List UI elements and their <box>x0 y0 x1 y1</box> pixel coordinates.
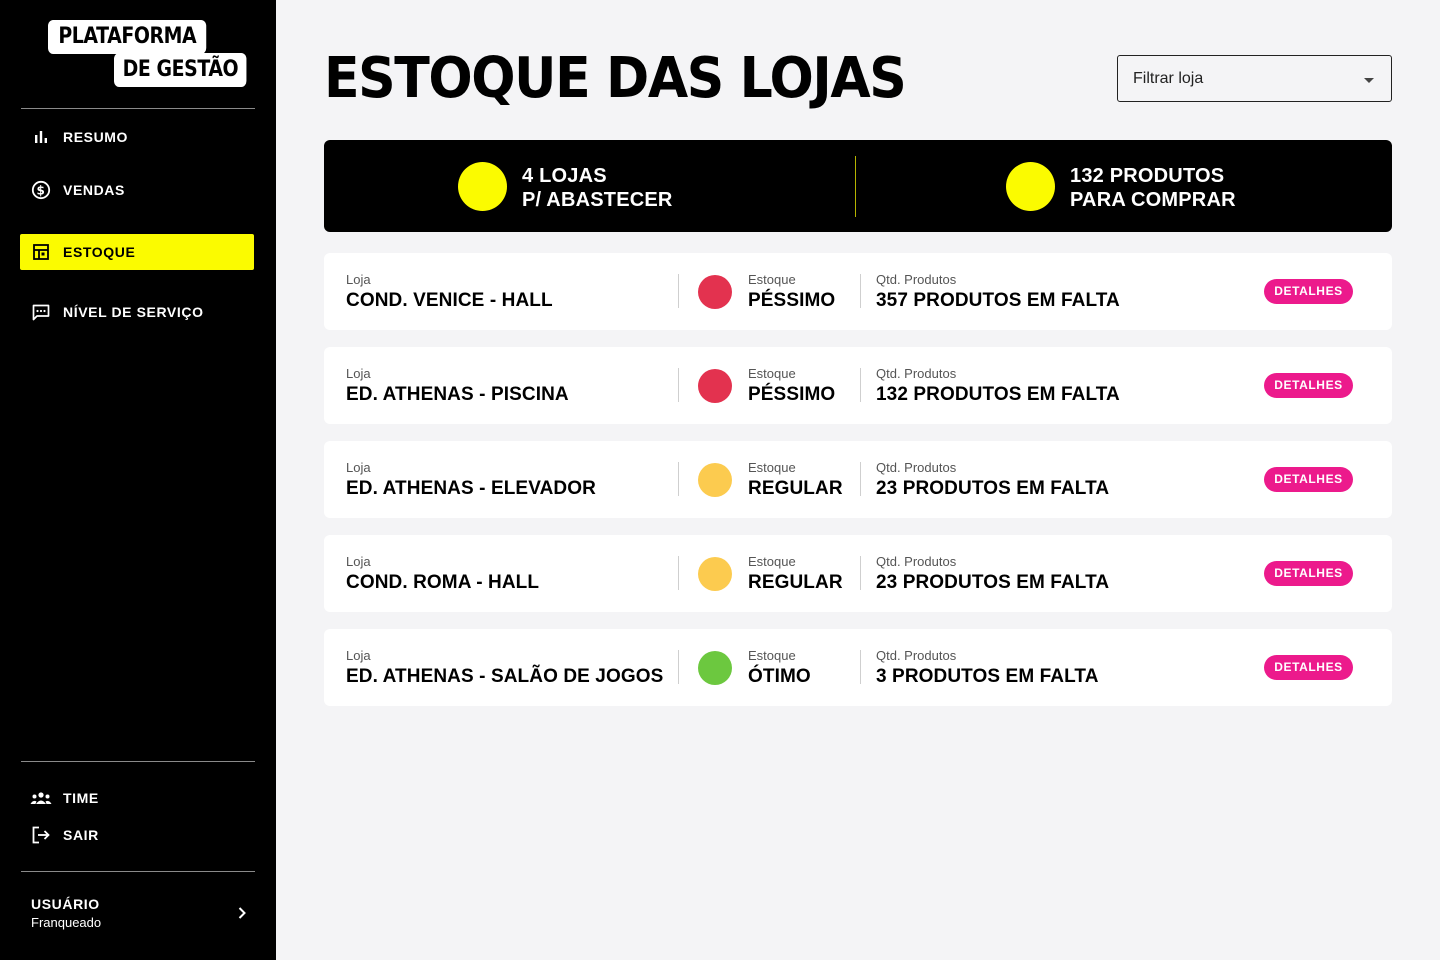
row-divider <box>678 368 679 402</box>
logout-icon <box>30 824 52 846</box>
stock-status-dot <box>698 557 732 591</box>
store-row: Loja COND. ROMA - HALL Estoque REGULAR Q… <box>324 535 1392 612</box>
bar-chart-icon <box>30 126 52 148</box>
sidebar-divider <box>21 761 255 762</box>
sidebar-item-time[interactable]: TIME <box>20 780 254 816</box>
details-button[interactable]: DETALHES <box>1264 655 1353 680</box>
sidebar-item-label: ESTOQUE <box>63 244 136 260</box>
missing-products: 3 PRODUTOS EM FALTA <box>876 666 1099 687</box>
summary-products-dot <box>1006 162 1055 211</box>
row-divider <box>678 462 679 496</box>
details-button[interactable]: DETALHES <box>1264 279 1353 304</box>
store-filter-select[interactable]: Filtrar loja <box>1117 55 1392 102</box>
row-divider <box>678 274 679 308</box>
missing-products: 23 PRODUTOS EM FALTA <box>876 478 1110 499</box>
summary-products: 132 PRODUTOS PARA COMPRAR <box>1070 164 1236 212</box>
stock-label: Estoque <box>748 648 796 663</box>
sidebar-item-sair[interactable]: SAIR <box>20 817 254 853</box>
stock-status: REGULAR <box>748 478 843 499</box>
row-divider <box>678 650 679 684</box>
chevron-right-icon <box>237 906 247 925</box>
stock-status-dot <box>698 275 732 309</box>
summary-products-line2: PARA COMPRAR <box>1070 189 1236 211</box>
details-button[interactable]: DETALHES <box>1264 373 1353 398</box>
store-label: Loja <box>346 648 371 663</box>
summary-divider <box>855 156 856 217</box>
store-row: Loja COND. VENICE - HALL Estoque PÉSSIMO… <box>324 253 1392 330</box>
store-name: ED. ATHENAS - PISCINA <box>346 384 569 405</box>
store-label: Loja <box>346 460 371 475</box>
stock-label: Estoque <box>748 366 796 381</box>
stock-status-dot <box>698 369 732 403</box>
sidebar-divider <box>21 108 255 109</box>
stock-label: Estoque <box>748 554 796 569</box>
summary-stores-line1: 4 LOJAS <box>522 165 607 187</box>
store-label: Loja <box>346 272 371 287</box>
store-row: Loja ED. ATHENAS - ELEVADOR Estoque REGU… <box>324 441 1392 518</box>
stock-status: PÉSSIMO <box>748 290 836 311</box>
store-row: Loja ED. ATHENAS - SALÃO DE JOGOS Estoqu… <box>324 629 1392 706</box>
sidebar-item-label: TIME <box>63 790 99 806</box>
store-label: Loja <box>346 366 371 381</box>
row-divider <box>860 650 861 684</box>
missing-products: 132 PRODUTOS EM FALTA <box>876 384 1120 405</box>
store-name: ED. ATHENAS - ELEVADOR <box>346 478 596 499</box>
store-name: COND. ROMA - HALL <box>346 572 540 593</box>
stock-status: ÓTIMO <box>748 666 811 687</box>
store-name: COND. VENICE - HALL <box>346 290 553 311</box>
details-button[interactable]: DETALHES <box>1264 561 1353 586</box>
stock-label: Estoque <box>748 272 796 287</box>
sidebar: PLATAFORMA DE GESTÃO RESUMO $ VENDAS EST… <box>0 0 276 960</box>
sidebar-item-estoque[interactable]: ESTOQUE <box>20 234 254 270</box>
stock-status: PÉSSIMO <box>748 384 836 405</box>
stock-status: REGULAR <box>748 572 843 593</box>
user-menu[interactable]: USUÁRIO Franqueado <box>31 896 251 936</box>
brand-logo-line1: PLATAFORMA <box>48 20 207 54</box>
sidebar-item-label: NÍVEL DE SERVIÇO <box>63 304 204 320</box>
sidebar-item-label: SAIR <box>63 827 99 843</box>
brand-logo[interactable]: PLATAFORMA DE GESTÃO <box>48 20 247 90</box>
qty-label: Qtd. Produtos <box>876 366 957 381</box>
details-button[interactable]: DETALHES <box>1264 467 1353 492</box>
row-divider <box>860 462 861 496</box>
stock-label: Estoque <box>748 460 796 475</box>
store-filter-placeholder: Filtrar loja <box>1133 69 1204 87</box>
sidebar-divider <box>21 871 255 872</box>
brand-logo-line2: DE GESTÃO <box>114 53 247 87</box>
sidebar-item-resumo[interactable]: RESUMO <box>20 119 254 155</box>
row-divider <box>678 556 679 590</box>
missing-products: 357 PRODUTOS EM FALTA <box>876 290 1120 311</box>
stock-status-dot <box>698 463 732 497</box>
sidebar-item-label: VENDAS <box>63 182 125 198</box>
user-role: Franqueado <box>31 915 102 930</box>
qty-label: Qtd. Produtos <box>876 272 957 287</box>
dropdown-arrow-icon <box>1364 78 1374 83</box>
store-label: Loja <box>346 554 371 569</box>
stock-status-dot <box>698 651 732 685</box>
summary-stores: 4 LOJAS P/ ABASTECER <box>522 164 673 212</box>
qty-label: Qtd. Produtos <box>876 554 957 569</box>
inventory-icon <box>30 241 52 263</box>
summary-stores-dot <box>458 162 507 211</box>
summary-stores-line2: P/ ABASTECER <box>522 189 673 211</box>
user-name: USUÁRIO <box>31 896 100 912</box>
dollar-circle-icon: $ <box>30 179 52 201</box>
team-icon <box>30 787 52 809</box>
row-divider <box>860 556 861 590</box>
qty-label: Qtd. Produtos <box>876 460 957 475</box>
chat-icon <box>30 301 52 323</box>
missing-products: 23 PRODUTOS EM FALTA <box>876 572 1110 593</box>
svg-text:$: $ <box>37 184 46 198</box>
sidebar-item-vendas[interactable]: $ VENDAS <box>20 172 254 208</box>
page-title: ESTOQUE DAS LOJAS <box>324 46 907 111</box>
summary-products-line1: 132 PRODUTOS <box>1070 165 1225 187</box>
row-divider <box>860 274 861 308</box>
summary-banner: 4 LOJAS P/ ABASTECER 132 PRODUTOS PARA C… <box>324 140 1392 232</box>
sidebar-item-label: RESUMO <box>63 129 129 145</box>
row-divider <box>860 368 861 402</box>
sidebar-item-nivel-de-servico[interactable]: NÍVEL DE SERVIÇO <box>20 294 254 330</box>
store-row: Loja ED. ATHENAS - PISCINA Estoque PÉSSI… <box>324 347 1392 424</box>
store-name: ED. ATHENAS - SALÃO DE JOGOS <box>346 666 664 687</box>
qty-label: Qtd. Produtos <box>876 648 957 663</box>
